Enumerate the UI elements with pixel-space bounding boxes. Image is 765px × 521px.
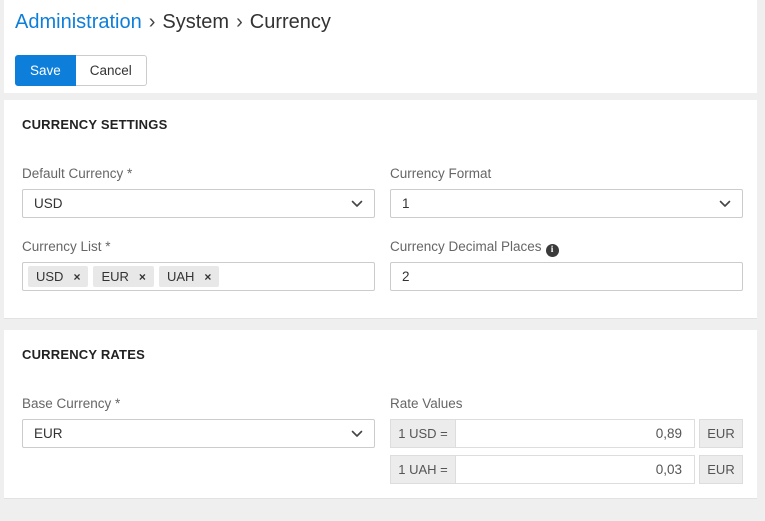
remove-tag-icon[interactable]: × — [139, 271, 146, 283]
base-currency-select[interactable]: EUR — [22, 419, 375, 448]
rate-row-usd: 1 USD = EUR — [390, 419, 743, 448]
rate-usd-prefix: 1 USD = — [390, 419, 456, 448]
rate-values-label: Rate Values — [390, 396, 463, 411]
remove-tag-icon[interactable]: × — [204, 271, 211, 283]
currency-tag: UAH × — [158, 266, 220, 287]
breadcrumb-administration-link[interactable]: Administration — [15, 11, 142, 33]
remove-tag-icon[interactable]: × — [73, 271, 80, 283]
rate-row-uah: 1 UAH = EUR — [390, 455, 743, 484]
currency-format-value: 1 — [402, 196, 410, 211]
currency-tag-label: UAH — [166, 269, 195, 284]
breadcrumb-system: System — [162, 11, 230, 33]
rate-usd-suffix: EUR — [699, 419, 743, 448]
currency-list-label: Currency List * — [22, 239, 111, 254]
page-header: Administration › System › Currency Save Canc… — [4, 0, 757, 93]
chevron-down-icon — [351, 200, 363, 207]
breadcrumb-separator: › — [236, 11, 243, 33]
default-currency-label: Default Currency * — [22, 166, 133, 181]
decimal-places-input[interactable] — [390, 262, 743, 291]
toolbar: Save Cancel — [15, 55, 147, 86]
base-currency-label: Base Currency * — [22, 396, 121, 411]
rate-usd-input[interactable] — [456, 419, 695, 448]
rate-uah-input[interactable] — [456, 455, 695, 484]
currency-rates-panel: CURRENCY RATES Base Currency * EUR Rate … — [4, 330, 757, 498]
currency-format-select[interactable]: 1 — [390, 189, 743, 218]
currency-settings-title: CURRENCY SETTINGS — [22, 117, 168, 132]
currency-tag-label: USD — [36, 269, 64, 284]
currency-rates-title: CURRENCY RATES — [22, 347, 145, 362]
rate-uah-suffix: EUR — [699, 455, 743, 484]
currency-tag-label: EUR — [101, 269, 129, 284]
decimal-places-label: Currency Decimal Places i — [390, 239, 743, 257]
currency-settings-panel: CURRENCY SETTINGS Default Currency * USD… — [4, 100, 757, 318]
base-currency-value: EUR — [34, 426, 63, 441]
chevron-down-icon — [351, 430, 363, 437]
rate-uah-prefix: 1 UAH = — [390, 455, 456, 484]
save-button[interactable]: Save — [15, 55, 76, 86]
currency-list-input[interactable]: USD × EUR × UAH × — [22, 262, 375, 291]
currency-format-label: Currency Format — [390, 166, 492, 181]
breadcrumb-currency: Currency — [249, 11, 331, 33]
default-currency-value: USD — [34, 196, 63, 211]
breadcrumb-separator: › — [148, 11, 156, 33]
cancel-button[interactable]: Cancel — [75, 55, 147, 86]
currency-tag: EUR × — [93, 266, 154, 287]
default-currency-select[interactable]: USD — [22, 189, 375, 218]
info-icon[interactable]: i — [545, 244, 559, 257]
currency-tag: USD × — [28, 266, 89, 287]
breadcrumb: Administration › System › Currency — [15, 11, 331, 34]
chevron-down-icon — [719, 200, 731, 207]
